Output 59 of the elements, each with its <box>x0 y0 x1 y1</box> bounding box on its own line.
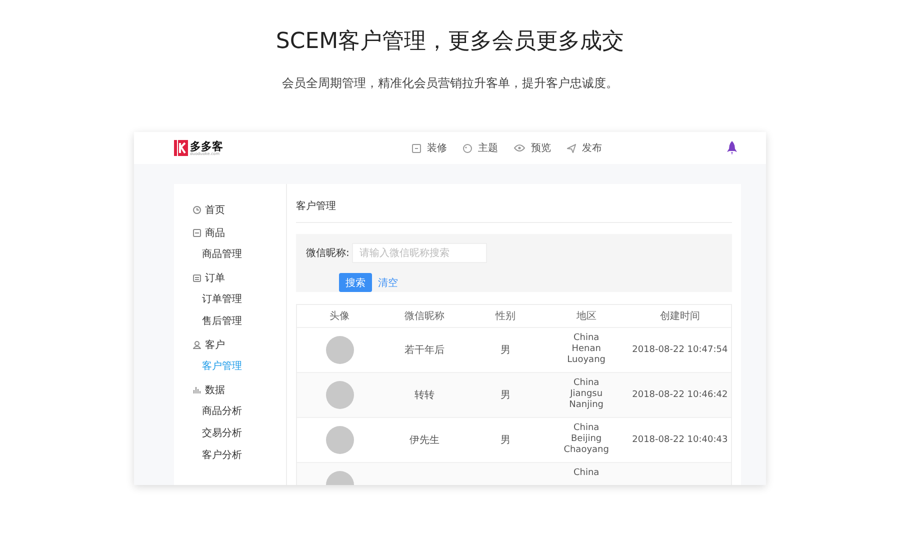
column-header: 地区 <box>575 310 598 324</box>
table-cell: China <box>573 333 600 344</box>
sidebar-item[interactable]: 售后管理 <box>193 311 242 333</box>
sidebar-item[interactable]: 商品管理 <box>193 244 242 266</box>
send-icon <box>567 144 576 152</box>
palette-icon <box>463 144 472 152</box>
sidebar-item[interactable]: 商品分析 <box>193 401 242 423</box>
table-cell-text: 男 <box>500 434 510 447</box>
sidebar-item[interactable]: 交易分析 <box>193 423 242 445</box>
receipt-icon <box>193 274 201 282</box>
logo-icon <box>174 140 188 156</box>
nav-link[interactable]: 发布 <box>582 141 602 155</box>
edit-icon <box>412 144 421 152</box>
table-cell: 2018-08-22 10:47:54 <box>632 345 728 355</box>
table-cell: Luoyang <box>567 355 606 366</box>
eye-icon <box>514 144 525 152</box>
table-cell: Henan <box>572 344 601 355</box>
table-cell: Jiangsu <box>570 389 603 400</box>
logo-text: 多多客 <box>190 140 223 152</box>
table-cell: China <box>573 468 600 479</box>
nickname-search-field[interactable]: 请输入微信昵称搜索 <box>352 243 488 263</box>
table-cell: 2018-08-22 10:46:42 <box>632 390 728 400</box>
clock-icon <box>193 206 201 214</box>
table-cell-text: 伊先生 <box>410 434 440 447</box>
column-header: 创建时间 <box>658 310 701 324</box>
bar-chart-icon <box>193 386 201 394</box>
table-cell: Nanjing <box>569 400 604 411</box>
table-cell-text: 男 <box>500 344 510 357</box>
table-cell: Chaoyang <box>564 445 609 456</box>
table-cell-text: 若干年后 <box>404 344 445 357</box>
table-cell: 2018-08-22 10:40:43 <box>632 435 728 445</box>
column-header: 微信昵称 <box>404 310 446 324</box>
avatar-placeholder <box>326 381 354 409</box>
sidebar-group[interactable]: 数据 <box>205 382 225 396</box>
table-cell: China <box>573 378 600 389</box>
headline: SCEM客户管理，更多会员更多成交 <box>276 28 624 56</box>
page-title: 客户管理 <box>296 184 732 223</box>
sidebar-group[interactable]: 客户 <box>205 338 225 352</box>
user-icon <box>193 340 201 348</box>
nav-link[interactable]: 装修 <box>427 141 447 155</box>
subheadline: 会员全周期管理，精准化会员营销拉升客单，提升客户忠诚度。 <box>282 75 618 91</box>
table-cell: Beijing <box>571 434 602 445</box>
box-icon <box>193 228 201 236</box>
rocket-icon[interactable] <box>726 141 738 155</box>
sidebar-group[interactable]: 商品 <box>205 226 225 240</box>
column-header: 性别 <box>494 310 516 324</box>
table-cell-text: 转转 <box>414 389 435 402</box>
sidebar-group[interactable]: 首页 <box>205 202 225 216</box>
field-label: 微信昵称: <box>306 247 350 260</box>
avatar-placeholder <box>326 426 354 454</box>
sidebar-item[interactable]: 订单管理 <box>193 289 242 311</box>
table-cell: China <box>573 423 600 434</box>
column-header: 头像 <box>328 310 351 324</box>
table-cell-text: 男 <box>500 389 510 402</box>
avatar-placeholder <box>326 336 354 364</box>
nav-link[interactable]: 主题 <box>478 141 498 155</box>
sidebar-group[interactable]: 订单 <box>205 270 225 284</box>
sidebar-item[interactable]: 客户分析 <box>193 445 242 467</box>
nav-link[interactable]: 预览 <box>531 141 551 155</box>
